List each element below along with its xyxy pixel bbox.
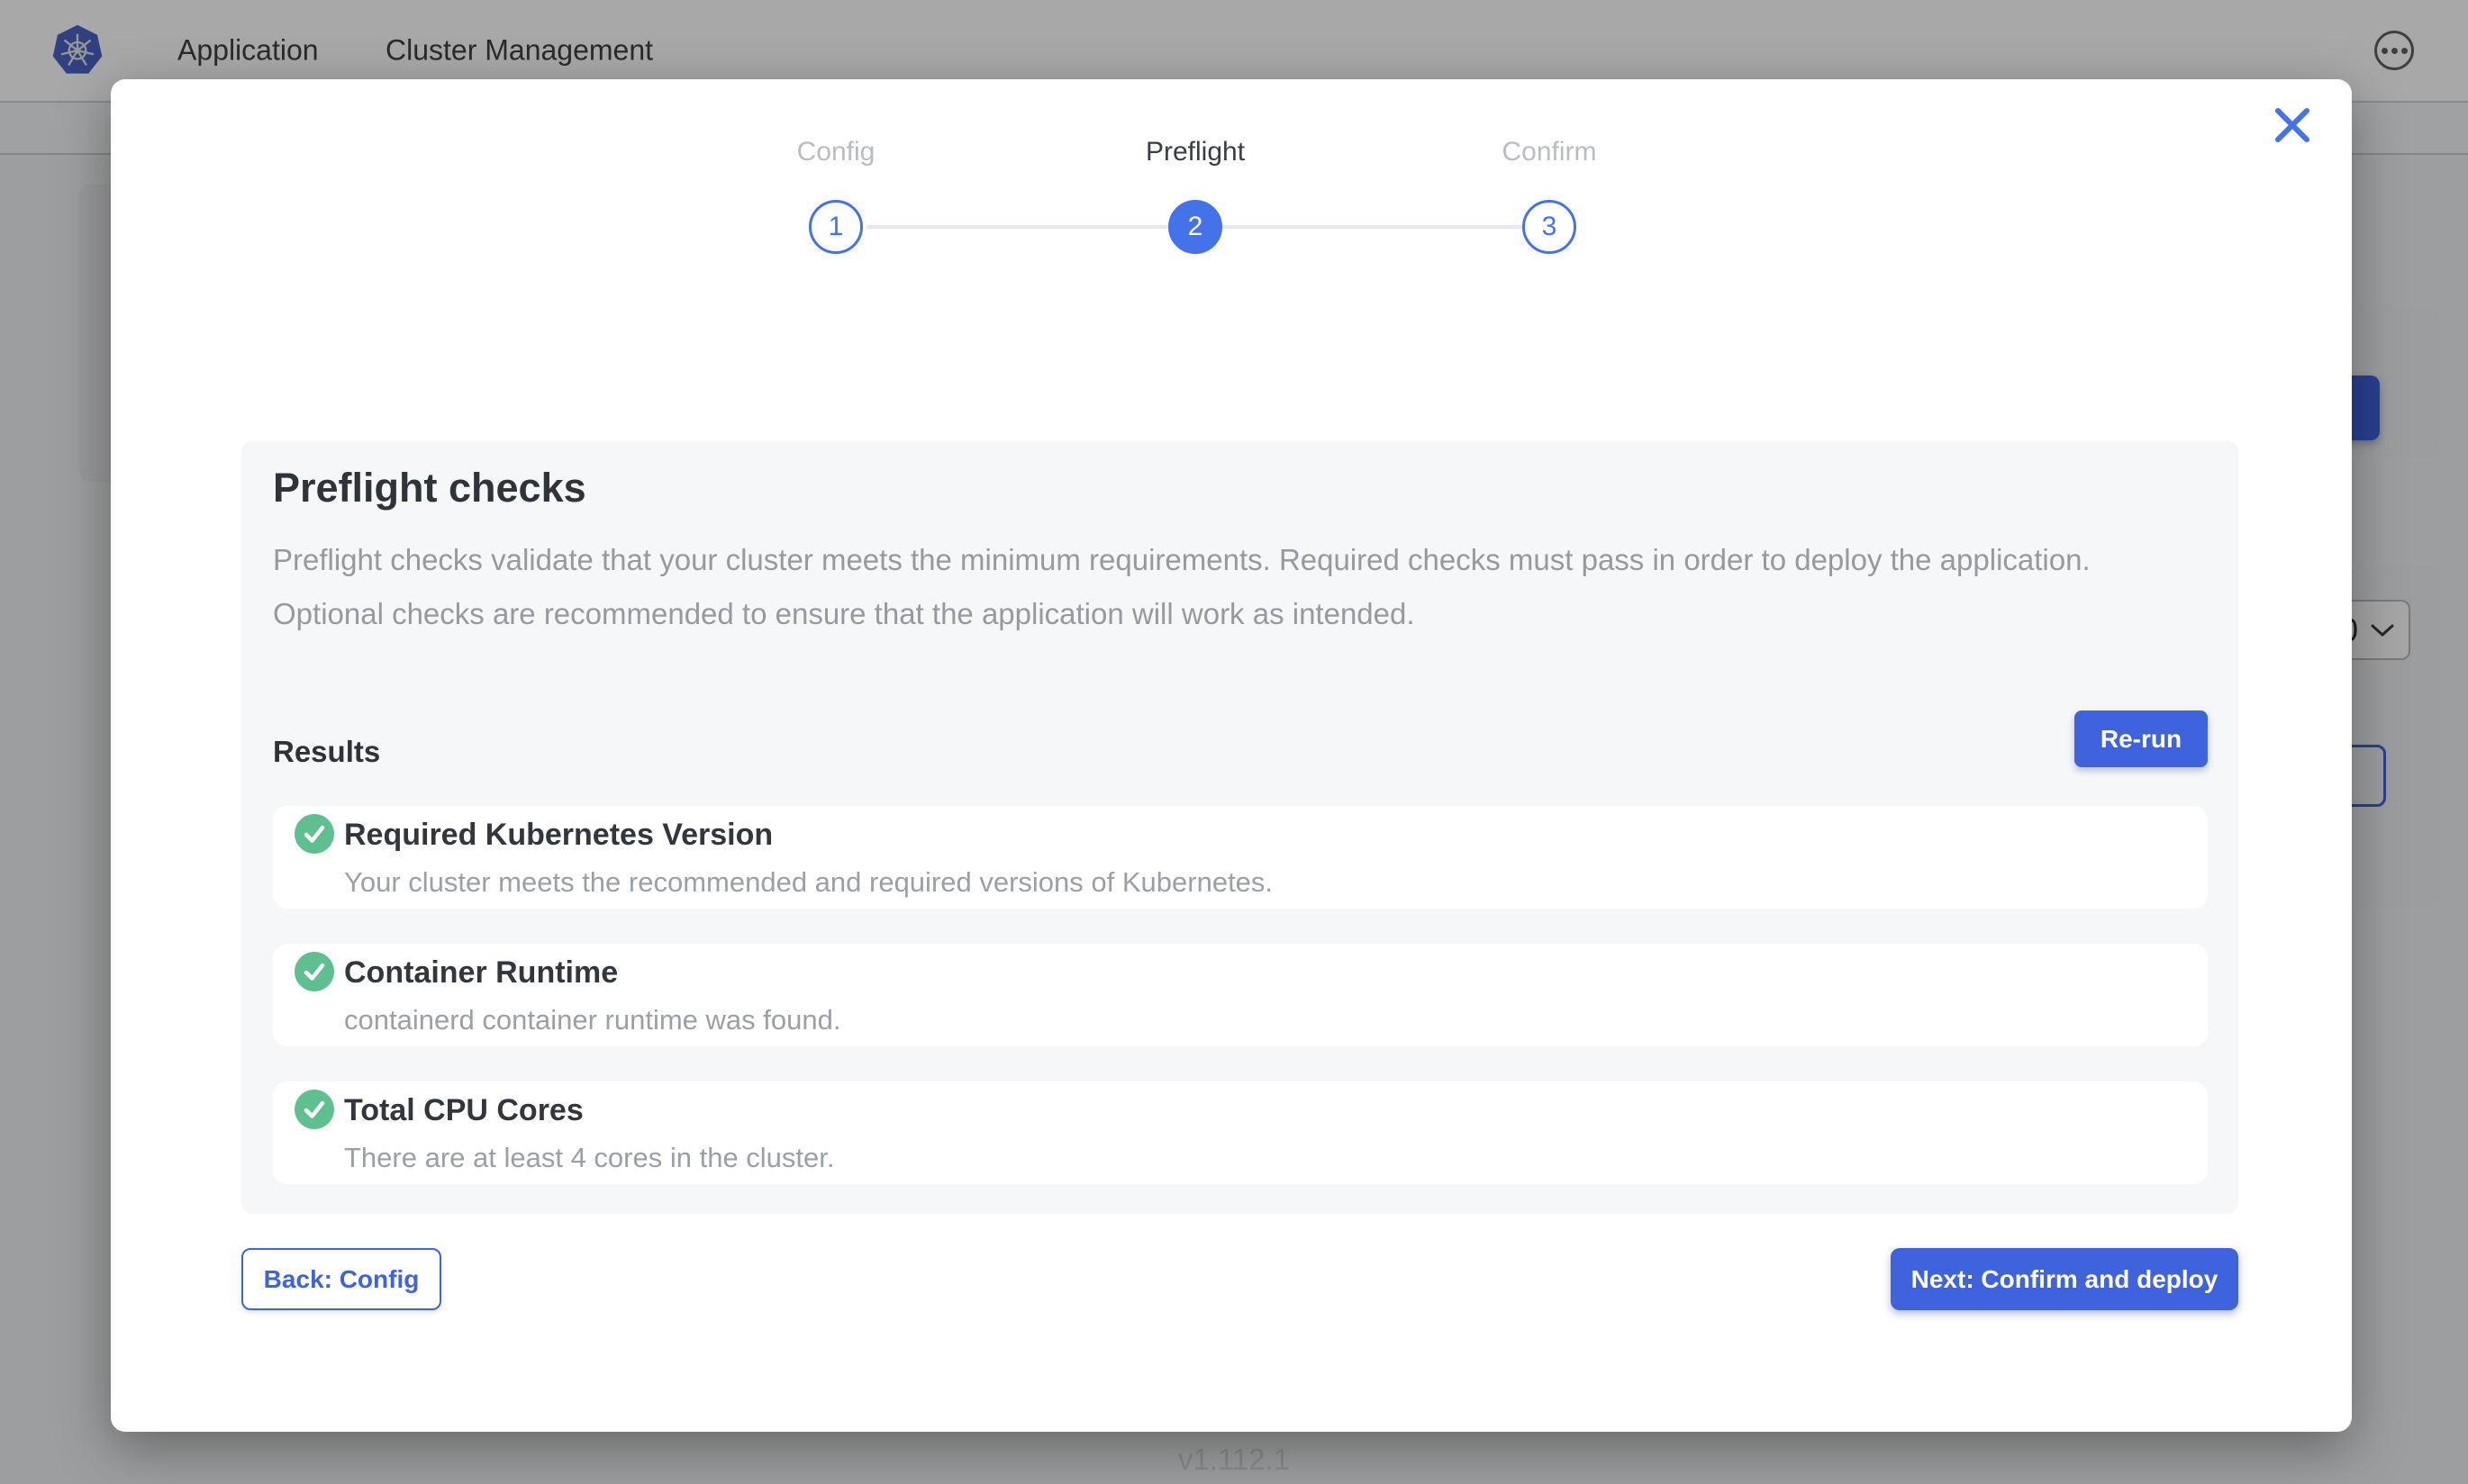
- check-description: containerd container runtime was found.: [344, 1004, 840, 1036]
- check-result-row: Required Kubernetes Version Your cluster…: [273, 806, 2208, 909]
- preflight-modal: Config Preflight Confirm 1 2 3 Preflight…: [111, 79, 2352, 1432]
- panel-description: Preflight checks validate that your clus…: [273, 533, 2155, 641]
- check-pass-icon: [295, 814, 334, 854]
- check-pass-icon: [295, 952, 334, 991]
- step-connector: [867, 225, 1168, 229]
- next-confirm-deploy-button[interactable]: Next: Confirm and deploy: [1891, 1248, 2238, 1310]
- check-description: Your cluster meets the recommended and r…: [344, 866, 1273, 899]
- step-connector: [1222, 225, 1522, 229]
- check-description: There are at least 4 cores in the cluste…: [344, 1142, 835, 1174]
- check-title: Container Runtime: [344, 955, 618, 991]
- back-config-button[interactable]: Back: Config: [241, 1248, 441, 1310]
- check-title: Required Kubernetes Version: [344, 818, 773, 853]
- step-label-config: Config: [701, 137, 971, 167]
- step-label-confirm: Confirm: [1414, 137, 1684, 167]
- close-icon[interactable]: [2271, 104, 2314, 147]
- check-pass-icon: [295, 1090, 334, 1129]
- step-circle-confirm[interactable]: 3: [1522, 200, 1576, 254]
- step-circle-preflight[interactable]: 2: [1168, 200, 1222, 254]
- preflight-panel: Preflight checks Preflight checks valida…: [241, 441, 2238, 1214]
- results-heading: Results: [273, 735, 380, 769]
- check-result-row: Total CPU Cores There are at least 4 cor…: [273, 1081, 2208, 1184]
- check-title: Total CPU Cores: [344, 1093, 584, 1128]
- panel-title: Preflight checks: [273, 465, 586, 511]
- rerun-button[interactable]: Re-run: [2074, 710, 2208, 767]
- step-label-preflight: Preflight: [1060, 137, 1330, 167]
- check-result-row: Container Runtime containerd container r…: [273, 944, 2208, 1046]
- step-circle-config[interactable]: 1: [809, 200, 863, 254]
